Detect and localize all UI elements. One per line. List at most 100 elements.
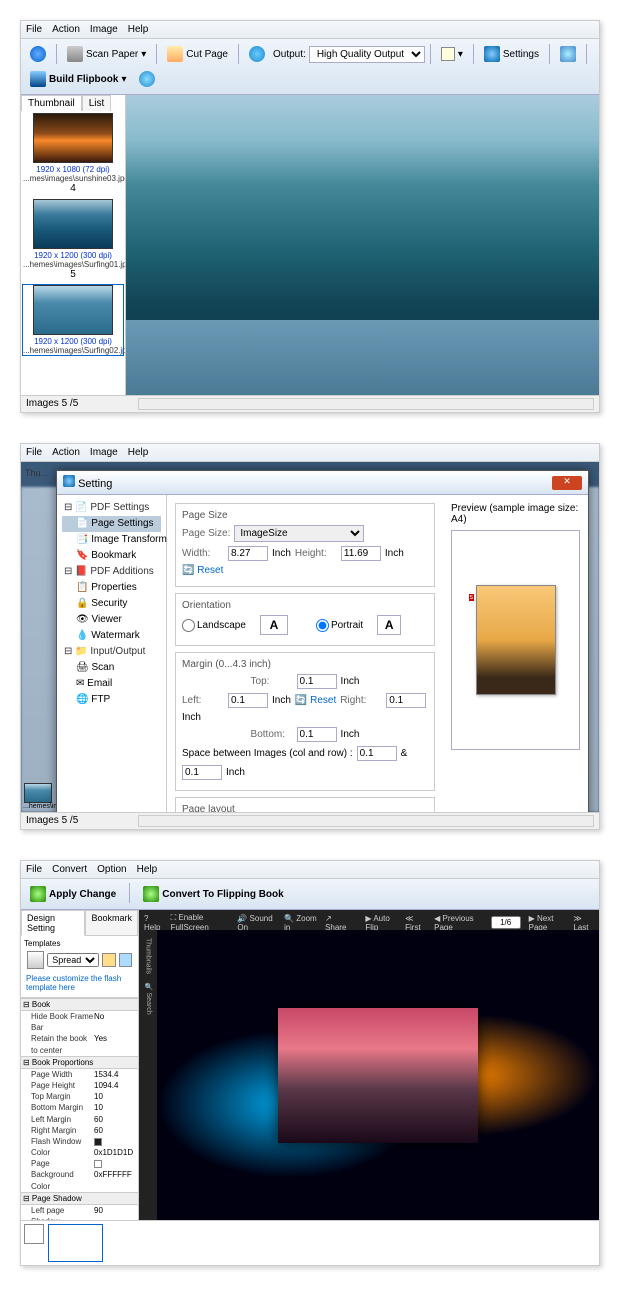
prop-group[interactable]: ⊟ Page Shadow	[21, 1192, 138, 1205]
tree-page-settings[interactable]: 📄 Page Settings	[62, 516, 161, 532]
landscape-radio[interactable]: Landscape	[182, 619, 246, 632]
prop-row[interactable]: Flash Window Color0x1D1D1D	[21, 1136, 138, 1158]
save-template-button[interactable]	[119, 953, 132, 967]
tree-group-additions[interactable]: ⊟ 📕 PDF Additions	[62, 564, 161, 580]
convert-button[interactable]: Convert To Flipping Book	[138, 883, 288, 905]
prop-row[interactable]: Page Background Color0xFFFFFF	[21, 1158, 138, 1192]
sound-button[interactable]: 🔊 Sound On	[237, 914, 276, 932]
reset-size-button[interactable]: 🔄 Reset	[182, 565, 223, 576]
tree-viewer[interactable]: 👁 Viewer	[62, 612, 161, 628]
space-row-input[interactable]	[182, 765, 222, 780]
cut-page-button[interactable]: Cut Page	[162, 43, 233, 65]
margin-left-input[interactable]	[228, 693, 268, 708]
side-tab-thumbnails[interactable]: Thumbnails	[145, 938, 152, 974]
status-bar: Images 5 /5	[21, 812, 599, 829]
height-input[interactable]	[341, 546, 381, 561]
prop-row[interactable]: Left Margin60	[21, 1114, 138, 1125]
menu-file[interactable]: File	[26, 24, 42, 35]
output-quality-select[interactable]: High Quality Output	[309, 46, 425, 63]
menu-help[interactable]: Help	[128, 447, 149, 458]
tab-design-setting[interactable]: Design Setting	[21, 910, 85, 936]
last-page-button[interactable]: ≫ Last	[573, 914, 594, 932]
page-size-select[interactable]: ImageSize	[234, 525, 364, 542]
width-input[interactable]	[228, 546, 268, 561]
prop-row[interactable]: Page Width1534.4	[21, 1069, 138, 1080]
tree-properties[interactable]: 📋 Properties	[62, 580, 161, 596]
tab-thumbnail[interactable]: Thumbnail	[21, 95, 82, 111]
flipbook-preview: ? Help ⛶ Enable FullScreen 🔊 Sound On 🔍 …	[139, 910, 599, 1220]
prop-row[interactable]: Hide Book Frame BarNo	[21, 1011, 138, 1033]
tree-ftp[interactable]: 🌐 FTP	[62, 692, 161, 708]
zoom-button[interactable]: 🔍 Zoom in	[284, 914, 317, 932]
horizontal-scrollbar[interactable]	[138, 815, 594, 827]
prop-row[interactable]: Top Margin10	[21, 1091, 138, 1102]
history-back-button[interactable]	[25, 43, 51, 65]
settings-tree: ⊟ 📄 PDF Settings 📄 Page Settings 📑 Image…	[57, 495, 167, 812]
menu-file[interactable]: File	[26, 864, 42, 875]
thumbnail-item[interactable]: 1920 x 1200 (300 dpi) ...hemes\images\Su…	[23, 285, 123, 355]
prop-row[interactable]: Retain the book to centerYes	[21, 1033, 138, 1055]
tree-security[interactable]: 🔒 Security	[62, 596, 161, 612]
prop-row[interactable]: Page Height1094.4	[21, 1080, 138, 1091]
flipbook-page[interactable]	[278, 1008, 478, 1143]
help-button[interactable]: ? Help	[144, 914, 163, 932]
menu-convert[interactable]: Convert	[52, 864, 87, 875]
tree-email[interactable]: ✉ Email	[62, 676, 161, 692]
side-tab-search[interactable]: 🔍 Search	[144, 982, 152, 1015]
flipbook-stage[interactable]	[157, 930, 599, 1220]
margin-top-input[interactable]	[297, 674, 337, 689]
menu-image[interactable]: Image	[90, 447, 118, 458]
tree-group-io[interactable]: ⊟ 📁 Input/Output	[62, 644, 161, 660]
menu-help[interactable]: Help	[137, 864, 158, 875]
reset-margin-button[interactable]: 🔄 Reset	[295, 695, 336, 706]
tab-list[interactable]: List	[82, 95, 112, 111]
scan-paper-button[interactable]: Scan Paper ▾	[62, 43, 151, 65]
open-template-button[interactable]	[102, 953, 115, 967]
output-help-button[interactable]	[244, 43, 270, 65]
margin-right-input[interactable]	[386, 693, 426, 708]
options-button[interactable]	[555, 43, 581, 65]
add-page-button[interactable]	[24, 1224, 44, 1244]
tab-bookmark[interactable]: Bookmark	[85, 910, 138, 936]
prop-row[interactable]: Right Margin60	[21, 1125, 138, 1136]
menu-option[interactable]: Option	[97, 864, 126, 875]
tree-scan[interactable]: 🖨 Scan	[62, 660, 161, 676]
horizontal-scrollbar[interactable]	[138, 398, 594, 410]
first-page-button[interactable]: ≪ First	[405, 914, 426, 932]
settings-button[interactable]: Settings	[479, 43, 544, 65]
page-number-input[interactable]	[491, 916, 521, 929]
landscape-icon: A	[260, 615, 288, 635]
share-button[interactable]: ↗ Share	[325, 914, 349, 932]
tree-bookmark[interactable]: 🔖 Bookmark	[62, 548, 161, 564]
prop-row[interactable]: Left page Shadow90	[21, 1205, 138, 1220]
next-page-button[interactable]: ▶ Next Page	[529, 914, 566, 932]
thumbnail-item[interactable]: 1920 x 1200 (300 dpi) ...hemes\images\Su…	[23, 199, 123, 280]
apply-change-button[interactable]: Apply Change	[25, 883, 121, 905]
app2-menubar: File Action Image Help	[21, 444, 599, 462]
app1-window: File Action Image Help Scan Paper ▾ Cut …	[20, 20, 600, 413]
space-col-input[interactable]	[357, 746, 397, 761]
autoflip-button[interactable]: ▶ Auto Flip	[365, 914, 397, 932]
output-label: Output:	[273, 49, 306, 60]
menu-help[interactable]: Help	[128, 24, 149, 35]
tree-watermark[interactable]: 💧 Watermark	[62, 628, 161, 644]
menu-image[interactable]: Image	[90, 24, 118, 35]
margin-bottom-input[interactable]	[297, 727, 337, 742]
prev-page-button[interactable]: ◀ Previous Page	[434, 914, 483, 932]
page-thumbnail[interactable]	[48, 1224, 103, 1262]
build-flipbook-button[interactable]: Build Flipbook ▾	[25, 68, 131, 90]
menu-file[interactable]: File	[26, 447, 42, 458]
prop-group[interactable]: ⊟ Book Proportions	[21, 1056, 138, 1069]
thumbnail-item[interactable]: 1920 x 1080 (72 dpi) ...mes\images\sunsh…	[23, 113, 123, 194]
help-button[interactable]	[134, 68, 160, 90]
menu-action[interactable]: Action	[52, 24, 80, 35]
prop-group[interactable]: ⊟ Book	[21, 998, 138, 1011]
tree-image-transform[interactable]: 📑 Image Transform	[62, 532, 161, 548]
close-button[interactable]: ✕	[552, 476, 582, 490]
tree-group-pdf[interactable]: ⊟ 📄 PDF Settings	[62, 500, 161, 516]
portrait-radio[interactable]: Portrait	[316, 619, 363, 632]
menu-action[interactable]: Action	[52, 447, 80, 458]
template-select[interactable]: Spread	[47, 953, 99, 967]
prop-row[interactable]: Bottom Margin10	[21, 1102, 138, 1113]
color-picker-button[interactable]: ▾	[436, 44, 468, 64]
